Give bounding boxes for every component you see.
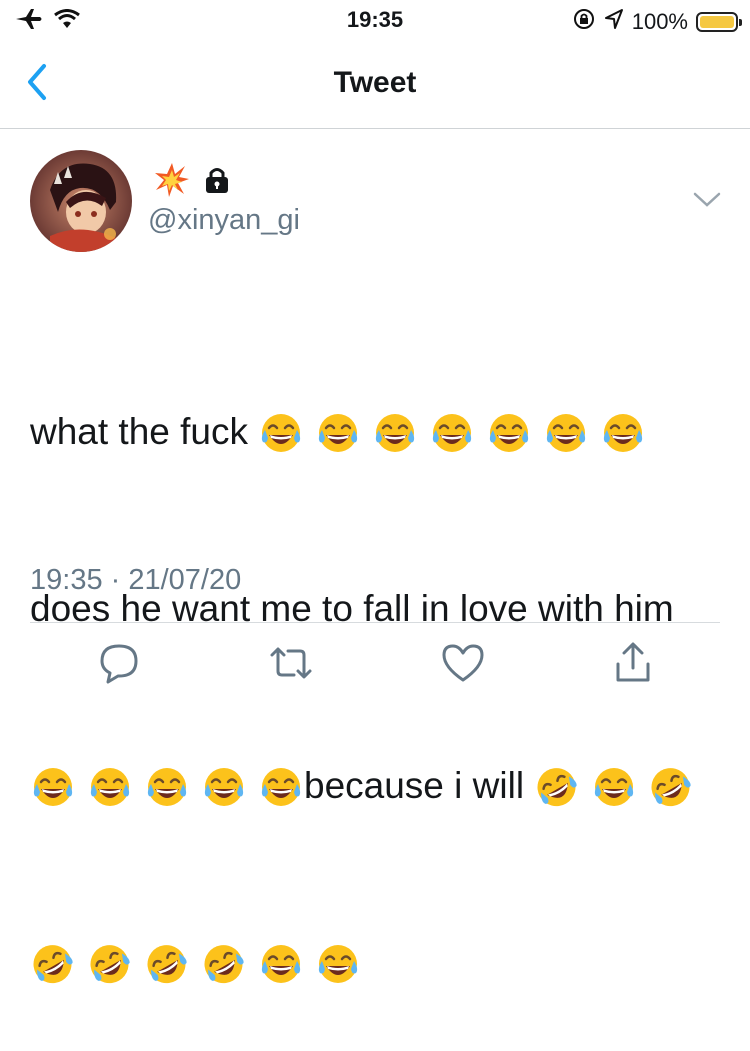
tweet-timestamp: 19:35 · 21/07/20 <box>30 564 242 596</box>
tweet-text-segment-3: because i will <box>304 765 525 806</box>
rofl-emoji <box>651 768 691 807</box>
tweet-text-segment-1: what the fuck <box>30 411 249 452</box>
status-bar: 19:35 100% <box>0 0 750 40</box>
chevron-down-icon[interactable] <box>692 190 722 210</box>
battery-percent: 100% <box>631 9 688 34</box>
avatar[interactable] <box>30 150 132 252</box>
joy-emoji <box>261 768 301 807</box>
nav-bar: Tweet <box>0 40 750 129</box>
collision-emoji <box>154 162 190 203</box>
page-title: Tweet <box>333 66 417 99</box>
battery-fill <box>700 16 734 28</box>
user-handle[interactable]: @xinyan_gi <box>148 204 300 237</box>
orientation-lock-icon <box>572 7 596 37</box>
display-name <box>154 162 230 203</box>
joy-emoji <box>490 414 529 453</box>
joy-emoji <box>204 768 244 807</box>
share-icon[interactable] <box>610 640 656 686</box>
joy-emoji <box>261 945 301 984</box>
joy-emoji <box>604 414 643 453</box>
tweet-line-1: what the fuck <box>30 402 730 461</box>
joy-emoji <box>147 768 187 807</box>
joy-emoji <box>595 768 634 807</box>
joy-emoji <box>90 768 130 807</box>
tweet-actions <box>0 640 750 690</box>
joy-emoji <box>376 414 415 453</box>
rofl-emoji <box>147 945 187 984</box>
tweet-line-3: because i will <box>30 756 730 815</box>
joy-emoji <box>262 414 301 453</box>
joy-emoji <box>318 945 358 984</box>
tweet-header: @xinyan_gi <box>30 150 730 260</box>
joy-emoji <box>319 414 358 453</box>
location-icon <box>604 8 624 36</box>
divider <box>30 622 720 623</box>
reply-icon[interactable] <box>96 640 142 686</box>
joy-emoji <box>33 768 73 807</box>
like-icon[interactable] <box>440 640 486 686</box>
rofl-emoji <box>90 945 130 984</box>
battery-icon <box>696 12 742 32</box>
lock-icon <box>204 165 230 200</box>
retweet-icon[interactable] <box>268 640 314 686</box>
rofl-emoji <box>204 945 244 984</box>
tweet-line-4 <box>30 933 730 992</box>
rofl-emoji <box>33 945 73 984</box>
joy-emoji <box>547 414 586 453</box>
rofl-emoji <box>537 768 577 807</box>
joy-emoji <box>433 414 472 453</box>
